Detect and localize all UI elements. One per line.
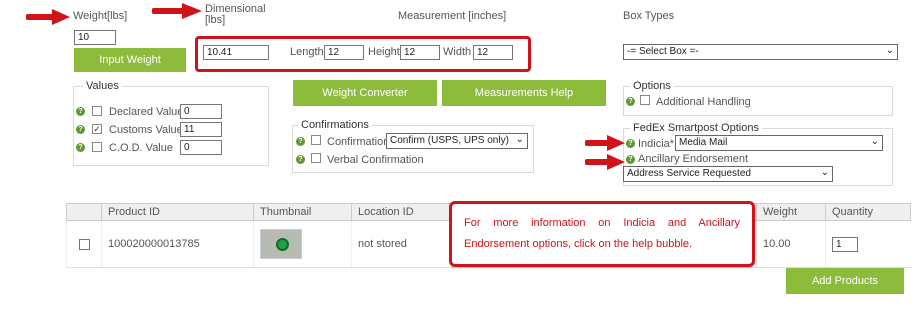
declared-value-input[interactable]: 0 (180, 104, 222, 119)
chevron-down-icon: ⌄ (870, 136, 879, 147)
confirmation-selected: Confirm (USPS, UPS only) (390, 135, 509, 146)
length-label: Length (290, 46, 324, 58)
weight-cell: 10.00 (756, 220, 826, 268)
cod-value-checkbox[interactable] (92, 142, 102, 152)
options-legend: Options (630, 80, 674, 92)
ancillary-arrow-icon (585, 154, 625, 170)
values-legend: Values (83, 80, 122, 92)
product-id-header: Product ID (101, 203, 254, 221)
quantity-input[interactable]: 1 (832, 236, 858, 252)
indicia-selected: Media Mail (679, 137, 728, 148)
cod-value-label: C.O.D. Value (109, 142, 173, 154)
dimensional-input[interactable]: 10.41 (203, 45, 269, 60)
chevron-down-icon: ⌄ (515, 134, 524, 145)
quantity-cell: 1 (825, 220, 911, 268)
customs-value-input[interactable]: 11 (180, 122, 222, 137)
declared-value-checkbox[interactable] (92, 106, 102, 116)
product-id-cell: 100020000013785 (101, 220, 254, 268)
weight-converter-button[interactable]: Weight Converter (293, 80, 437, 106)
confirmation-label: Confirmation (327, 136, 390, 148)
chevron-down-icon: ⌄ (885, 45, 894, 56)
ancillary-label: Ancillary Endorsement (638, 153, 749, 165)
product-thumbnail (260, 229, 302, 259)
verbal-confirmation-label: Verbal Confirmation (327, 154, 424, 166)
confirmation-select[interactable]: Confirm (USPS, UPS only) ⌄ (386, 133, 528, 149)
box-type-selected: -= Select Box =- (627, 46, 699, 57)
width-label: Width (443, 46, 472, 58)
indicia-arrow-icon (585, 135, 625, 151)
confirmations-legend: Confirmations (298, 119, 372, 131)
help-icon[interactable]: ? (626, 155, 635, 164)
measurements-help-button[interactable]: Measurements Help (442, 80, 606, 106)
quantity-header: Quantity (825, 203, 911, 221)
height-input[interactable]: 12 (400, 45, 440, 60)
dimensional-label: Dimensional [lbs] (205, 3, 266, 26)
help-icon[interactable]: ? (626, 97, 635, 106)
additional-handling-checkbox[interactable] (640, 95, 650, 105)
add-products-button[interactable]: Add Products (786, 268, 904, 294)
customs-value-label: Customs Value (109, 124, 183, 136)
dimensional-arrow-icon (152, 3, 202, 19)
weight-label: Weight[lbs] (73, 10, 128, 22)
customs-value-checkbox[interactable]: ✓ (92, 124, 102, 134)
row-select-cell (66, 220, 102, 268)
box-types-label: Box Types (623, 10, 675, 22)
declared-value-label: Declared Value (109, 106, 184, 118)
ancillary-selected: Address Service Requested (627, 168, 751, 179)
thumbnail-header: Thumbnail (253, 203, 352, 221)
weight-input[interactable]: 10 (74, 30, 116, 45)
verbal-confirmation-checkbox[interactable] (311, 153, 321, 163)
weight-header: Weight (756, 203, 826, 221)
indicia-label: Indicia* (638, 138, 675, 150)
help-icon[interactable]: ? (76, 125, 85, 134)
weight-arrow-icon (26, 9, 70, 25)
chevron-down-icon: ⌄ (820, 167, 829, 178)
location-id-header: Location ID (351, 203, 452, 221)
input-weight-button[interactable]: Input Weight (74, 48, 186, 72)
help-icon[interactable]: ? (626, 139, 635, 148)
row-checkbox[interactable] (79, 238, 90, 250)
height-label: Height (368, 46, 400, 58)
additional-handling-label: Additional Handling (656, 96, 751, 108)
box-type-select[interactable]: -= Select Box =- ⌄ (623, 44, 898, 60)
ancillary-select[interactable]: Address Service Requested ⌄ (623, 166, 833, 182)
cod-value-input[interactable]: 0 (180, 140, 222, 155)
indicia-select[interactable]: Media Mail ⌄ (675, 135, 883, 151)
length-input[interactable]: 12 (324, 45, 364, 60)
width-input[interactable]: 12 (473, 45, 513, 60)
location-cell: not stored (351, 220, 452, 268)
confirmation-checkbox[interactable] (311, 135, 321, 145)
help-icon[interactable]: ? (76, 107, 85, 116)
thumbnail-cell (253, 220, 352, 268)
measurement-label: Measurement [inches] (398, 10, 507, 22)
help-icon[interactable]: ? (76, 143, 85, 152)
help-icon[interactable]: ? (296, 137, 305, 146)
help-callout: For more information on Indicia and Anci… (449, 201, 755, 267)
smartpost-legend: FedEx Smartpost Options (630, 122, 762, 134)
select-column-header (66, 203, 102, 221)
help-icon[interactable]: ? (296, 155, 305, 164)
